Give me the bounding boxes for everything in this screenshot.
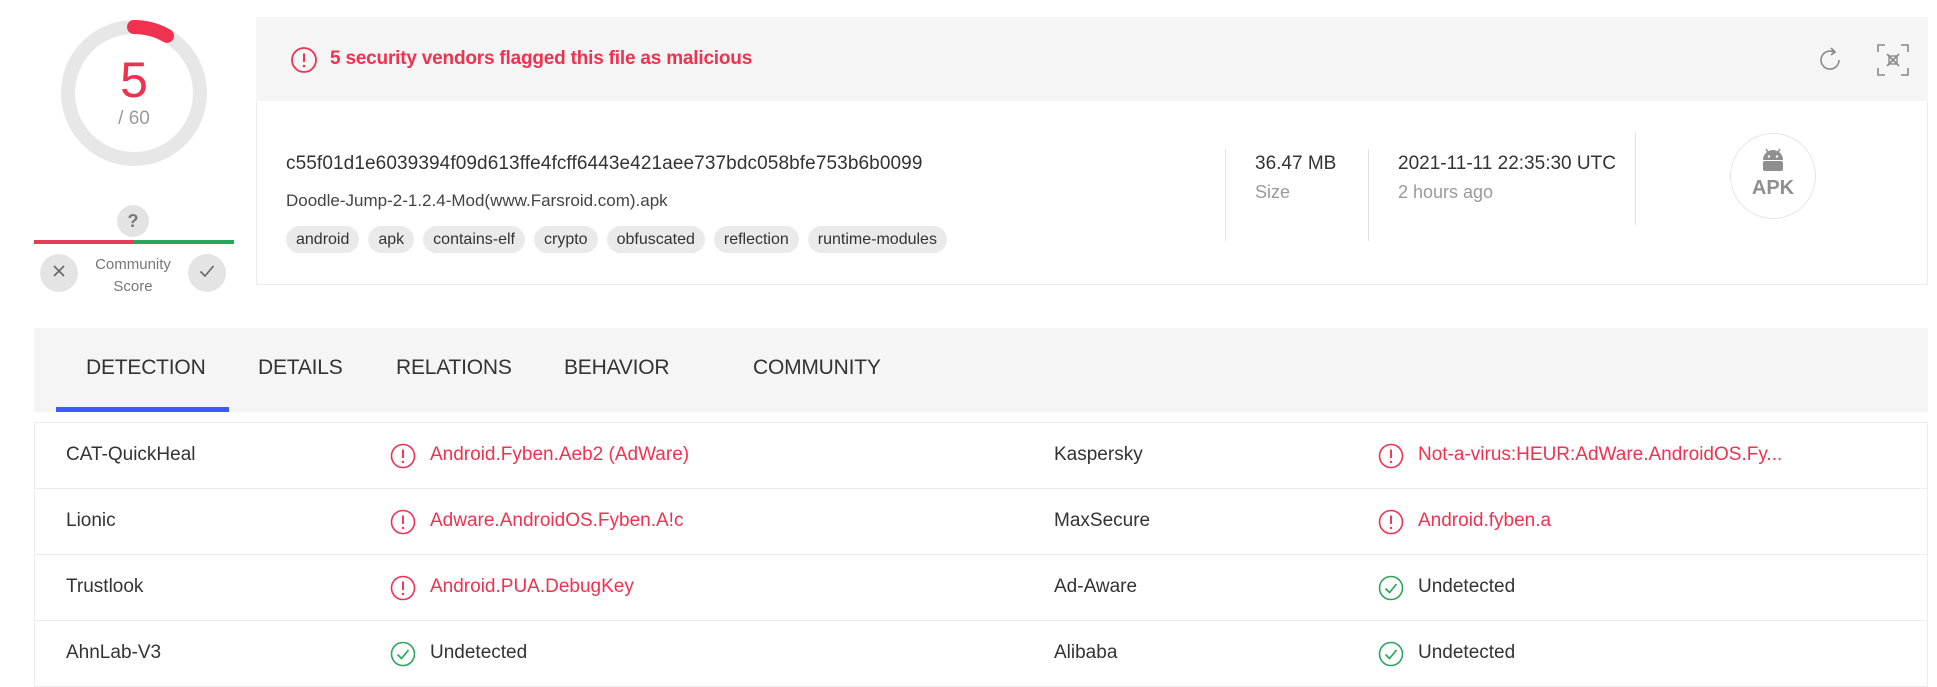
table-row: AhnLab-V3 Undetected Alibaba Undetected: [35, 621, 1927, 687]
similar-files-icon[interactable]: [1875, 42, 1911, 83]
detection-count: 5: [120, 52, 148, 108]
tag-reflection[interactable]: reflection: [713, 226, 799, 253]
table-row: Trustlook Android.PUA.DebugKey Ad-Aware Und…: [35, 555, 1927, 621]
alert-icon: [390, 575, 416, 606]
vendor-name: Lionic: [66, 510, 116, 531]
table-row: Lionic Adware.AndroidOS.Fyben.A!c MaxSecur…: [35, 489, 1927, 555]
divider: [1635, 133, 1636, 225]
detection-result[interactable]: Not-a-virus:HEUR:AdWare.AndroidOS.Fy...: [1418, 423, 1782, 487]
vendor-name: Alibaba: [1054, 642, 1118, 663]
alert-icon: [390, 443, 416, 474]
close-icon: [52, 264, 66, 283]
tab-relations[interactable]: RELATIONS: [396, 356, 512, 380]
tag-crypto[interactable]: crypto: [534, 226, 598, 253]
alert-message: 5 security vendors flagged this file as …: [330, 48, 753, 69]
tab-community[interactable]: COMMUNITY: [753, 356, 881, 380]
detection-result: Undetected: [430, 642, 528, 663]
alert-icon: [290, 46, 318, 79]
community-score-value: ?: [117, 205, 149, 237]
tag-android[interactable]: android: [286, 226, 360, 253]
file-size-label: Size: [1255, 182, 1291, 202]
alert-icon: [1378, 443, 1404, 474]
file-hash[interactable]: c55f01d1e6039394f09d613ffe4fcff6443e421a…: [286, 153, 923, 175]
community-score-label: Community Score: [95, 256, 171, 295]
detection-result[interactable]: Android.PUA.DebugKey: [430, 555, 634, 619]
detection-result[interactable]: Android.Fyben.Aeb2 (AdWare): [430, 423, 689, 487]
tab-behavior[interactable]: BEHAVIOR: [564, 356, 670, 380]
tab-details[interactable]: DETAILS: [258, 356, 343, 380]
detection-result[interactable]: Android.fyben.a: [1418, 489, 1551, 553]
check-circle-icon: [1378, 575, 1404, 606]
vote-harmless-button[interactable]: [188, 254, 226, 292]
vendor-name: MaxSecure: [1054, 510, 1151, 531]
active-tab-indicator: [56, 407, 229, 412]
vote-malicious-button[interactable]: [40, 254, 78, 292]
tag-obfuscated[interactable]: obfuscated: [606, 226, 705, 253]
vendor-name: CAT-QuickHeal: [66, 444, 196, 465]
check-circle-icon: [1378, 641, 1404, 672]
table-row: CAT-QuickHeal Android.Fyben.Aeb2 (AdWare)…: [35, 423, 1927, 489]
analysis-date: 2021-11-11 22:35:30 UTC: [1398, 153, 1616, 174]
detection-result: Undetected: [1418, 576, 1516, 597]
alert-icon: [1378, 509, 1404, 540]
check-circle-icon: [390, 641, 416, 672]
analysis-relative-time: 2 hours ago: [1398, 182, 1494, 202]
tab-detection[interactable]: DETECTION: [86, 356, 206, 380]
tag-runtime-modules[interactable]: runtime-modules: [807, 226, 947, 253]
detection-result: Undetected: [1418, 642, 1516, 663]
file-name: Doodle-Jump-2-1.2.4-Mod(www.Farsroid.com…: [286, 191, 668, 210]
check-icon: [199, 264, 215, 283]
divider: [1225, 149, 1226, 241]
vendor-name: Kaspersky: [1054, 444, 1143, 465]
file-size-value: 36.47 MB: [1255, 153, 1337, 174]
file-type-badge: [1730, 133, 1816, 219]
vendor-name: Ad-Aware: [1054, 576, 1138, 597]
vendor-name: AhnLab-V3: [66, 642, 162, 663]
reanalyze-icon[interactable]: [1814, 44, 1846, 81]
file-type-label: APK: [1751, 177, 1795, 199]
detection-table: CAT-QuickHeal Android.Fyben.Aeb2 (AdWare)…: [34, 422, 1928, 687]
divider: [1368, 149, 1369, 241]
android-icon: [1757, 144, 1789, 181]
vendor-name: Trustlook: [66, 576, 144, 597]
engine-total: / 60: [118, 108, 150, 129]
tag-apk[interactable]: apk: [368, 226, 415, 253]
detection-result[interactable]: Adware.AndroidOS.Fyben.A!c: [430, 489, 683, 553]
alert-icon: [390, 509, 416, 540]
community-score-bar: [34, 240, 234, 244]
tag-contains-elf[interactable]: contains-elf: [423, 226, 525, 253]
file-tags: android apk contains-elf crypto obfuscat…: [286, 226, 947, 253]
